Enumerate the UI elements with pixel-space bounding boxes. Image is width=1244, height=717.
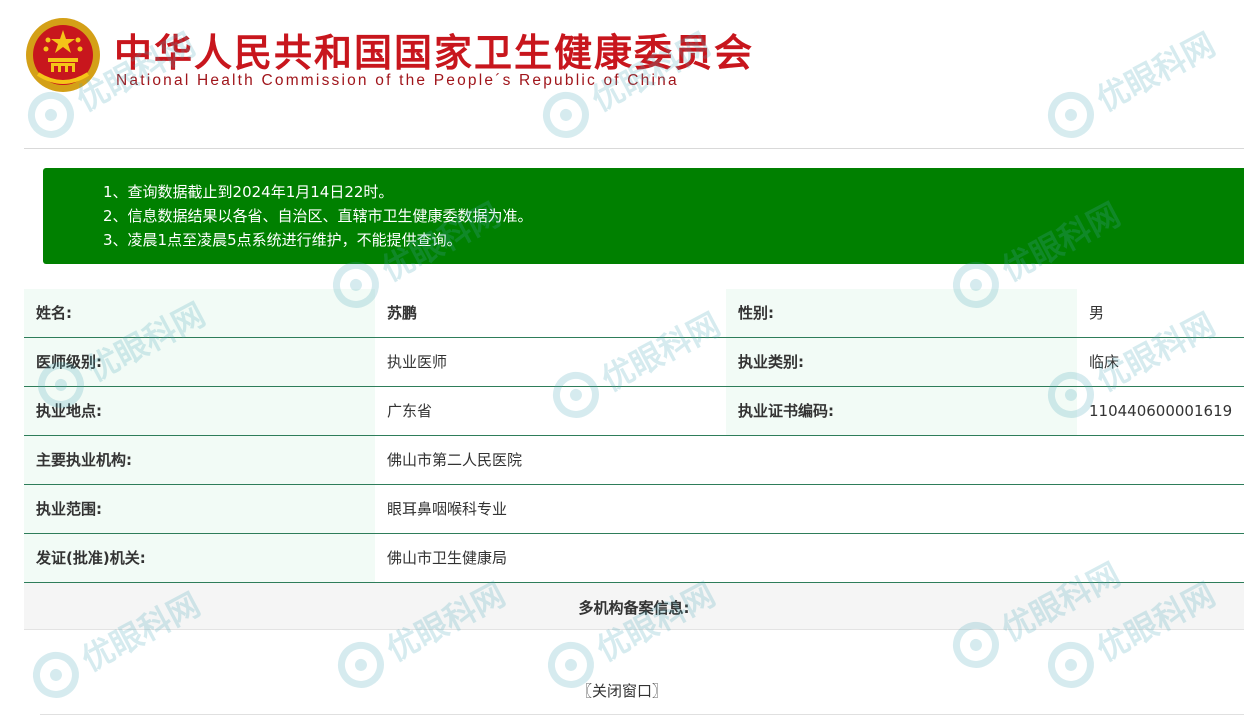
scope-label: 执业范围:	[24, 485, 375, 533]
site-title-en: National Health Commission of the People…	[116, 72, 679, 89]
gender-value: 男	[1077, 289, 1244, 337]
close-window-link[interactable]: 〖关闭窗口〗	[0, 680, 1244, 701]
site-header-banner: 中华人民共和国国家卫生健康委员会 National Health Commiss…	[24, 16, 844, 96]
footer-divider	[40, 714, 1244, 715]
table-row: 主要执业机构: 佛山市第二人民医院	[24, 436, 1244, 485]
level-value: 执业医师	[375, 338, 726, 386]
table-row: 姓名: 苏鹏 性别: 男	[24, 289, 1244, 338]
location-label: 执业地点:	[24, 387, 375, 435]
cert-number-label: 执业证书编码:	[726, 387, 1077, 435]
header-divider	[24, 148, 1244, 149]
watermark: 优眼科网	[1039, 20, 1222, 147]
site-title-cn: 中华人民共和国国家卫生健康委员会	[114, 30, 755, 75]
table-row: 执业范围: 眼耳鼻咽喉科专业	[24, 485, 1244, 534]
notice-item: 3、凌晨1点至凌晨5点系统进行维护，不能提供查询。	[103, 231, 462, 249]
authority-label: 发证(批准)机关:	[24, 534, 375, 582]
institution-value: 佛山市第二人民医院	[375, 436, 1244, 484]
table-row: 发证(批准)机关: 佛山市卫生健康局	[24, 534, 1244, 583]
national-emblem-icon	[26, 18, 100, 92]
institution-label: 主要执业机构:	[24, 436, 375, 484]
gender-label: 性别:	[726, 289, 1077, 337]
multi-institution-title: 多机构备案信息:	[578, 599, 690, 617]
level-label: 医师级别:	[24, 338, 375, 386]
table-row: 执业地点: 广东省 执业证书编码: 110440600001619	[24, 387, 1244, 436]
watermark-text: 优眼科网	[1090, 25, 1222, 119]
multi-institution-section: 多机构备案信息:	[24, 583, 1244, 630]
notice-item: 2、信息数据结果以各省、自治区、直辖市卫生健康委数据为准。	[103, 207, 533, 225]
location-value: 广东省	[375, 387, 726, 435]
name-value: 苏鹏	[375, 289, 726, 337]
cert-number-value: 110440600001619	[1077, 387, 1244, 435]
table-row: 医师级别: 执业医师 执业类别: 临床	[24, 338, 1244, 387]
notice-box: 1、查询数据截止到2024年1月14日22时。 2、信息数据结果以各省、自治区、…	[43, 168, 1244, 264]
category-value: 临床	[1077, 338, 1244, 386]
name-label: 姓名:	[24, 289, 375, 337]
scope-value: 眼耳鼻咽喉科专业	[375, 485, 1244, 533]
notice-item: 1、查询数据截止到2024年1月14日22时。	[103, 183, 394, 201]
notice-list: 1、查询数据截止到2024年1月14日22时。 2、信息数据结果以各省、自治区、…	[43, 168, 1244, 252]
doctor-info-table: 姓名: 苏鹏 性别: 男 医师级别: 执业医师 执业类别: 临床 执业地点: 广…	[24, 289, 1244, 583]
category-label: 执业类别:	[726, 338, 1077, 386]
authority-value: 佛山市卫生健康局	[375, 534, 1244, 582]
eye-logo-icon	[1039, 83, 1103, 147]
